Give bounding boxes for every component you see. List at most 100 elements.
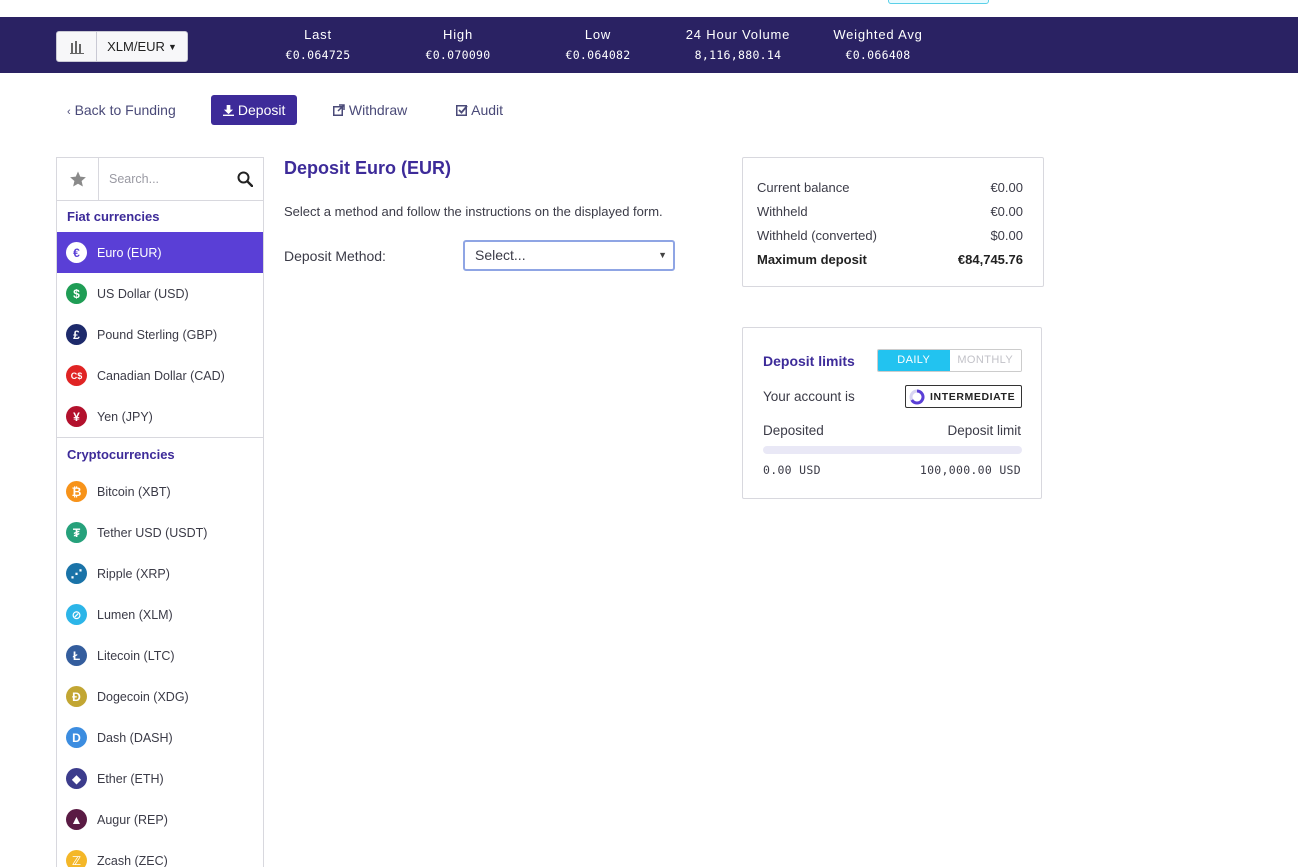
currency-item[interactable]: $ US Dollar (USD): [57, 273, 263, 314]
ticker-bar: XLM/EUR ▼ Last €0.064725 High €0.070090 …: [0, 17, 1298, 73]
currency-item[interactable]: ⋰ Ripple (XRP): [57, 553, 263, 594]
currency-item[interactable]: € Euro (EUR): [57, 232, 263, 273]
share-out-icon: [333, 104, 345, 116]
pair-dropdown[interactable]: XLM/EUR ▼: [97, 32, 187, 61]
fiat-heading: Fiat currencies: [67, 209, 160, 224]
max-deposit-row: Maximum deposit €84,745.76: [757, 252, 1023, 276]
dash-icon: D: [66, 727, 87, 748]
litecoin-icon: Ł: [66, 645, 87, 666]
crypto-heading: Cryptocurrencies: [57, 437, 263, 471]
stat-value: €0.070090: [425, 48, 491, 62]
max-deposit-value: €84,745.76: [957, 252, 1023, 267]
balance-row: Withheld (converted) $0.00: [757, 228, 1023, 252]
top-tab-peek[interactable]: [888, 0, 989, 4]
deposit-method-label: Deposit Method:: [284, 248, 386, 264]
chart-icon[interactable]: [57, 32, 97, 61]
favorites-star-icon[interactable]: [57, 158, 99, 200]
balance-row: Withheld €0.00: [757, 204, 1023, 228]
currency-item[interactable]: C$ Canadian Dollar (CAD): [57, 355, 263, 396]
currency-label: Tether USD (USDT): [97, 525, 208, 540]
balance-value: €0.00: [990, 180, 1023, 195]
currency-item[interactable]: ¥ Yen (JPY): [57, 396, 263, 437]
tab-withdraw-label: Withdraw: [348, 102, 408, 118]
currency-label: Ether (ETH): [97, 771, 164, 786]
balance-row: Current balance €0.00: [757, 180, 1023, 204]
deposited-label: Deposited: [763, 423, 824, 438]
stat-volume: 24 Hour Volume 8,116,880.14: [678, 27, 798, 62]
balance-panel: Current balance €0.00 Withheld €0.00 Wit…: [742, 157, 1044, 287]
search-icon[interactable]: [237, 171, 253, 187]
daily-toggle[interactable]: DAILY: [878, 350, 950, 371]
ether-icon: ◆: [66, 768, 87, 789]
currency-item[interactable]: ⊘ Lumen (XLM): [57, 594, 263, 635]
crypto-list: ₿ Bitcoin (XBT) ₮ Tether USD (USDT) ⋰ Ripple …: [57, 471, 263, 867]
tab-deposit-label: Deposit: [237, 102, 286, 118]
currency-item[interactable]: ₮ Tether USD (USDT): [57, 512, 263, 553]
augur-icon: ▲: [66, 809, 87, 830]
tether-icon: ₮: [66, 522, 87, 543]
currency-label: Lumen (XLM): [97, 607, 173, 622]
account-level-label: Your account is: [763, 389, 855, 404]
currency-label: Litecoin (LTC): [97, 648, 175, 663]
stat-low: Low €0.064082: [538, 27, 658, 62]
cad-icon: C$: [66, 365, 87, 386]
balance-label: Withheld: [757, 204, 808, 219]
stat-value: €0.064082: [565, 48, 631, 62]
tab-withdraw[interactable]: Withdraw: [333, 95, 407, 125]
stat-label: Low: [584, 27, 612, 42]
stat-label: 24 Hour Volume: [685, 27, 791, 42]
tab-deposit[interactable]: Deposit: [211, 95, 298, 125]
deposit-method-select[interactable]: Select... ▼: [463, 240, 675, 271]
dollar-icon: $: [66, 283, 87, 304]
bitcoin-icon: ₿: [66, 481, 87, 502]
currency-sidebar: Fiat currencies € Euro (EUR) $ US Dollar (U…: [56, 157, 264, 867]
currency-label: US Dollar (USD): [97, 286, 189, 301]
pair-label: XLM/EUR: [107, 39, 165, 54]
currency-item[interactable]: Ð Dogecoin (XDG): [57, 676, 263, 717]
stat-label: Last: [304, 27, 332, 42]
stat-value: €0.064725: [285, 48, 351, 62]
currency-label: Yen (JPY): [97, 409, 153, 424]
download-icon: [223, 105, 234, 116]
level-ring-icon: [909, 389, 925, 404]
currency-item[interactable]: Ł Litecoin (LTC): [57, 635, 263, 676]
top-strip: [0, 0, 1298, 17]
deposit-limits-title: Deposit limits: [763, 353, 855, 369]
currency-search-input[interactable]: [99, 158, 229, 199]
yen-icon: ¥: [66, 406, 87, 427]
currency-item[interactable]: ▲ Augur (REP): [57, 799, 263, 840]
currency-label: Bitcoin (XBT): [97, 484, 171, 499]
pair-selector[interactable]: XLM/EUR ▼: [56, 31, 188, 62]
back-to-funding-link[interactable]: ‹ Back to Funding: [67, 95, 176, 125]
deposit-method-value: Select...: [475, 247, 526, 263]
stat-label: Weighted Avg: [833, 27, 923, 42]
page-description: Select a method and follow the instructi…: [284, 204, 663, 219]
account-level-badge[interactable]: INTERMEDIATE: [905, 385, 1022, 408]
stat-weighted-avg: Weighted Avg €0.066408: [818, 27, 938, 62]
fiat-list: € Euro (EUR) $ US Dollar (USD) £ Pound Sterli…: [57, 232, 263, 437]
currency-label: Dash (DASH): [97, 730, 173, 745]
deposit-limits-panel: Deposit limits DAILY MONTHLY Your accoun…: [742, 327, 1042, 499]
period-toggle: DAILY MONTHLY: [877, 349, 1022, 372]
currency-item[interactable]: ₿ Bitcoin (XBT): [57, 471, 263, 512]
deposit-progress-bar: [763, 446, 1022, 454]
currency-item[interactable]: ◆ Ether (ETH): [57, 758, 263, 799]
deposit-limit-label: Deposit limit: [947, 423, 1021, 438]
tab-audit[interactable]: Audit: [456, 95, 503, 125]
stat-value: 8,116,880.14: [694, 48, 782, 62]
currency-label: Euro (EUR): [97, 245, 162, 260]
monthly-toggle[interactable]: MONTHLY: [949, 350, 1021, 371]
currency-item[interactable]: D Dash (DASH): [57, 717, 263, 758]
ripple-icon: ⋰: [66, 563, 87, 584]
currency-label: Augur (REP): [97, 812, 168, 827]
account-level-text: INTERMEDIATE: [930, 390, 1016, 403]
chevron-left-icon: ‹: [67, 106, 71, 118]
stat-value: €0.066408: [845, 48, 911, 62]
currency-label: Ripple (XRP): [97, 566, 170, 581]
stat-label: High: [443, 27, 473, 42]
currency-item[interactable]: ℤ Zcash (ZEC): [57, 840, 263, 867]
caret-down-icon: ▼: [658, 250, 667, 260]
currency-label: Dogecoin (XDG): [97, 689, 189, 704]
currency-item[interactable]: £ Pound Sterling (GBP): [57, 314, 263, 355]
pound-icon: £: [66, 324, 87, 345]
